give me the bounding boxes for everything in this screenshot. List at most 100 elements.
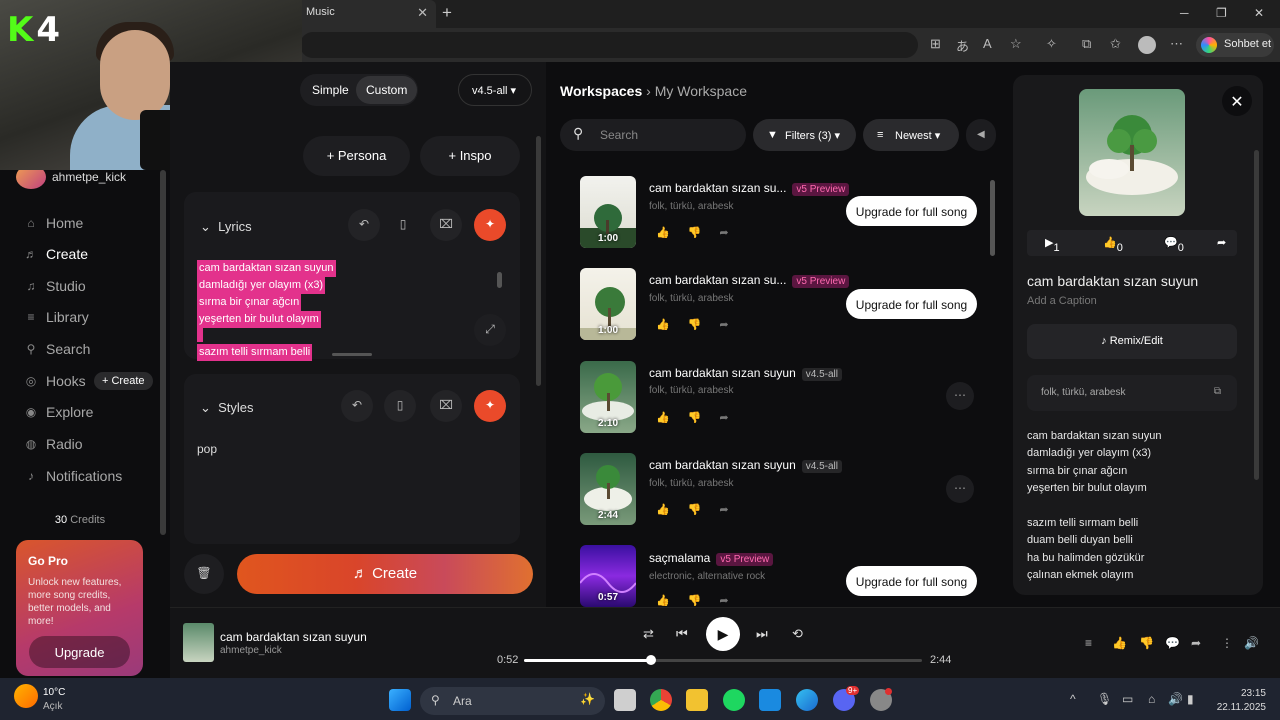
player-title[interactable]: cam bardaktan sızan suyun	[220, 630, 367, 644]
lyrics-line-blank[interactable]	[197, 328, 203, 342]
sidebar-item-notifications[interactable]: ♪ Notifications	[24, 468, 122, 484]
filters-button[interactable]: ▼ Filters (3) ▾	[753, 119, 856, 151]
trash-icon[interactable]: 🗑	[184, 554, 224, 594]
weather-icon[interactable]	[14, 684, 38, 708]
remix-edit-button[interactable]: ♪ Remix/Edit	[1027, 324, 1237, 359]
song-title[interactable]: saçmalama v5 Preview	[649, 551, 774, 566]
queue-icon[interactable]: ≡	[1085, 636, 1092, 650]
magic-wand-icon[interactable]: ✦	[474, 209, 506, 241]
chevron-left-icon[interactable]: ◀	[966, 119, 996, 151]
more-options-icon[interactable]: ⋯	[946, 382, 974, 410]
url-input[interactable]	[300, 32, 918, 58]
more-menu-icon[interactable]: ⋯	[1170, 36, 1183, 52]
weather-desc[interactable]: Açık	[43, 701, 62, 712]
bookmark-icon[interactable]: ▯	[384, 390, 416, 422]
sidebar-item-create[interactable]: ♬ Create	[24, 246, 88, 262]
upgrade-full-song-button[interactable]: Upgrade for full song	[846, 566, 977, 596]
more-options-icon[interactable]: ⋮	[1221, 636, 1233, 650]
more-options-icon[interactable]: ⋯	[946, 475, 974, 503]
lyrics-resize-handle[interactable]	[332, 353, 372, 356]
spotify-icon[interactable]	[723, 689, 745, 711]
styles-input[interactable]: pop	[197, 442, 217, 456]
sidebar-item-search[interactable]: ⚲ Search	[24, 341, 91, 357]
play-button[interactable]: ▶	[706, 617, 740, 651]
translate-icon[interactable]: あ	[956, 36, 969, 55]
breadcrumb-workspaces[interactable]: Workspaces	[560, 83, 642, 99]
comment-icon[interactable]: 💬	[1165, 636, 1180, 650]
mode-simple-button[interactable]: Simple	[302, 76, 359, 104]
workspace-search-input[interactable]: ⚲ Search	[560, 119, 746, 151]
song-thumbnail[interactable]: 1:00	[580, 176, 636, 248]
player-artist[interactable]: ahmetpe_kick	[220, 645, 282, 656]
persona-button[interactable]: + Persona	[303, 136, 410, 176]
song-actions[interactable]: 👍👎➦	[656, 594, 747, 606]
song-thumbnail[interactable]: 1:00	[580, 268, 636, 340]
upgrade-button[interactable]: Upgrade	[29, 636, 130, 668]
undo-icon[interactable]: ↶	[348, 209, 380, 241]
clock[interactable]: 23:15 22.11.2025	[1204, 687, 1266, 715]
lyrics-line[interactable]: damladığı yer olayım (x3)	[197, 277, 326, 294]
apps-icon[interactable]: ⊞	[930, 36, 941, 52]
favorites-icon[interactable]: ✩	[1110, 36, 1121, 52]
mode-custom-button[interactable]: Custom	[356, 76, 418, 104]
song-title[interactable]: cam bardaktan sızan suyun v4.5-all	[649, 366, 842, 381]
taskbar-search[interactable]: ⚲ Ara ✨	[420, 687, 605, 715]
song-title[interactable]: cam bardaktan sızan su... v5 Preview	[649, 181, 850, 196]
minimize-icon[interactable]: ─	[1180, 6, 1189, 20]
sidebar-item-radio[interactable]: ◍ Radio	[24, 436, 83, 452]
styles-header[interactable]: ⌄ Styles	[200, 400, 254, 416]
lyrics-header[interactable]: ⌄ Lyrics	[200, 219, 252, 235]
upgrade-full-song-button[interactable]: Upgrade for full song	[846, 289, 977, 319]
copilot-button[interactable]: Sohbet et	[1196, 33, 1274, 57]
expand-icon[interactable]: ⤢	[474, 314, 506, 346]
play-count[interactable]: ▶ 1	[1045, 236, 1060, 254]
magic-wand-icon[interactable]: ✦	[474, 390, 506, 422]
undo-icon[interactable]: ↶	[341, 390, 373, 422]
repeat-icon[interactable]: ⟲	[792, 626, 803, 642]
start-icon[interactable]	[389, 689, 411, 711]
network-icon[interactable]: ⌂	[1148, 692, 1155, 706]
edge-icon[interactable]	[796, 689, 818, 711]
song-thumbnail[interactable]: 0:57	[580, 545, 636, 607]
lyrics-line[interactable]: cam bardaktan sızan suyun	[197, 260, 336, 277]
extensions-icon[interactable]: ✧	[1046, 36, 1057, 52]
sidebar-item-explore[interactable]: ◉ Explore	[24, 404, 94, 420]
file-explorer-icon[interactable]	[686, 689, 708, 711]
hooks-create-button[interactable]: + Create	[94, 372, 153, 390]
shuffle-icon[interactable]: ⇄	[643, 626, 654, 642]
add-caption[interactable]: Add a Caption	[1027, 295, 1097, 307]
song-actions[interactable]: 👍👎➦	[656, 503, 747, 516]
profile-avatar[interactable]	[1138, 36, 1156, 54]
comment-count[interactable]: 💬 0	[1164, 236, 1184, 254]
clear-icon[interactable]: ⌧	[430, 209, 462, 241]
close-tab-icon[interactable]: ✕	[417, 5, 428, 21]
volume-icon[interactable]: 🔊	[1168, 692, 1183, 706]
inspo-button[interactable]: + Inspo	[420, 136, 520, 176]
restore-icon[interactable]: ❐	[1216, 6, 1227, 20]
close-icon[interactable]: ✕	[1222, 86, 1252, 116]
next-icon[interactable]: ⏭	[756, 626, 768, 642]
sidebar-item-library[interactable]: ≡ Library	[24, 309, 88, 325]
close-window-icon[interactable]: ✕	[1254, 6, 1264, 20]
song-thumbnail[interactable]: 2:44	[580, 453, 636, 525]
new-tab-icon[interactable]: +	[442, 3, 452, 23]
lyrics-scrollbar[interactable]	[497, 272, 502, 288]
sort-button[interactable]: ≡ Newest ▾	[863, 119, 959, 151]
volume-icon[interactable]: 🔊	[1244, 636, 1259, 650]
weather-temp[interactable]: 10°C	[43, 687, 65, 698]
chrome-icon[interactable]	[650, 689, 672, 711]
song-actions[interactable]: 👍👎➦	[656, 411, 747, 424]
lyrics-line[interactable]: yeşerten bir bulut olayım	[197, 311, 321, 328]
song-thumbnail[interactable]: 2:10	[580, 361, 636, 433]
browser-tab[interactable]: Music ✕	[296, 0, 436, 28]
store-icon[interactable]	[759, 689, 781, 711]
sidebar-item-studio[interactable]: ♫ Studio	[24, 278, 86, 294]
favorite-star-icon[interactable]: ☆	[1010, 36, 1022, 52]
detail-scrollbar[interactable]	[1254, 150, 1259, 480]
song-actions[interactable]: 👍👎➦	[656, 226, 747, 239]
create-panel-scrollbar[interactable]	[536, 136, 541, 386]
task-view-icon[interactable]	[614, 689, 636, 711]
sidebar-item-hooks[interactable]: ◎ Hooks	[24, 373, 86, 389]
version-select[interactable]: v4.5-all ▾	[458, 74, 532, 106]
lyrics-line[interactable]: sırma bir çınar ağcın	[197, 294, 302, 311]
